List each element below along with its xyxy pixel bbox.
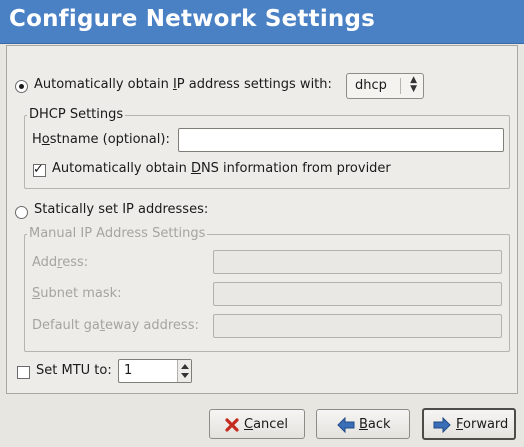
cancel-button[interactable]: Cancel bbox=[209, 409, 305, 439]
address-label: Address: bbox=[32, 255, 89, 270]
title-bar: Configure Network Settings bbox=[0, 0, 524, 44]
checkmark-icon: ✓ bbox=[33, 162, 44, 177]
dhcp-settings-title: DHCP Settings bbox=[27, 107, 126, 122]
chevron-updown-icon: ▲ ▼ bbox=[410, 75, 417, 94]
dhcp-settings-frame bbox=[24, 115, 510, 189]
static-ip-label[interactable]: Statically set IP addresses: bbox=[34, 202, 208, 217]
gateway-input[interactable] bbox=[213, 314, 502, 338]
spin-arrows-icon[interactable] bbox=[177, 360, 191, 382]
dns-checkbox[interactable]: ✓ bbox=[33, 162, 46, 177]
gateway-label: Default gateway address: bbox=[32, 318, 199, 333]
blue-left-arrow-icon bbox=[337, 416, 355, 434]
forward-label: Forward bbox=[456, 417, 509, 432]
auto-ip-label[interactable]: Automatically obtain IP address settings… bbox=[34, 77, 332, 92]
static-ip-radio[interactable] bbox=[15, 206, 28, 219]
mtu-spinbutton[interactable]: 1 bbox=[118, 359, 192, 383]
red-x-icon bbox=[224, 417, 240, 433]
back-label: Back bbox=[359, 417, 391, 432]
window-title: Configure Network Settings bbox=[9, 6, 376, 32]
auto-ip-radio[interactable] bbox=[15, 80, 28, 93]
ip-method-select[interactable]: dhcp ▲ ▼ bbox=[346, 73, 424, 99]
subnet-mask-label: Subnet mask: bbox=[32, 286, 122, 301]
forward-button[interactable]: Forward bbox=[422, 408, 516, 440]
mtu-value: 1 bbox=[124, 363, 133, 378]
hostname-label: Hostname (optional): bbox=[32, 132, 170, 147]
manual-ip-title: Manual IP Address Settings bbox=[27, 226, 208, 241]
hostname-input[interactable] bbox=[178, 128, 504, 152]
dns-label[interactable]: Automatically obtain DNS information fro… bbox=[52, 161, 391, 176]
settings-panel: Automatically obtain IP address settings… bbox=[6, 45, 518, 394]
address-input[interactable] bbox=[213, 250, 502, 274]
cancel-label: Cancel bbox=[244, 417, 289, 432]
blue-right-arrow-icon bbox=[433, 416, 451, 434]
subnet-mask-input[interactable] bbox=[213, 282, 502, 306]
mtu-label[interactable]: Set MTU to: bbox=[36, 363, 112, 378]
back-button[interactable]: Back bbox=[316, 409, 410, 439]
mtu-checkbox[interactable] bbox=[17, 366, 30, 379]
ip-method-value: dhcp bbox=[355, 78, 387, 93]
